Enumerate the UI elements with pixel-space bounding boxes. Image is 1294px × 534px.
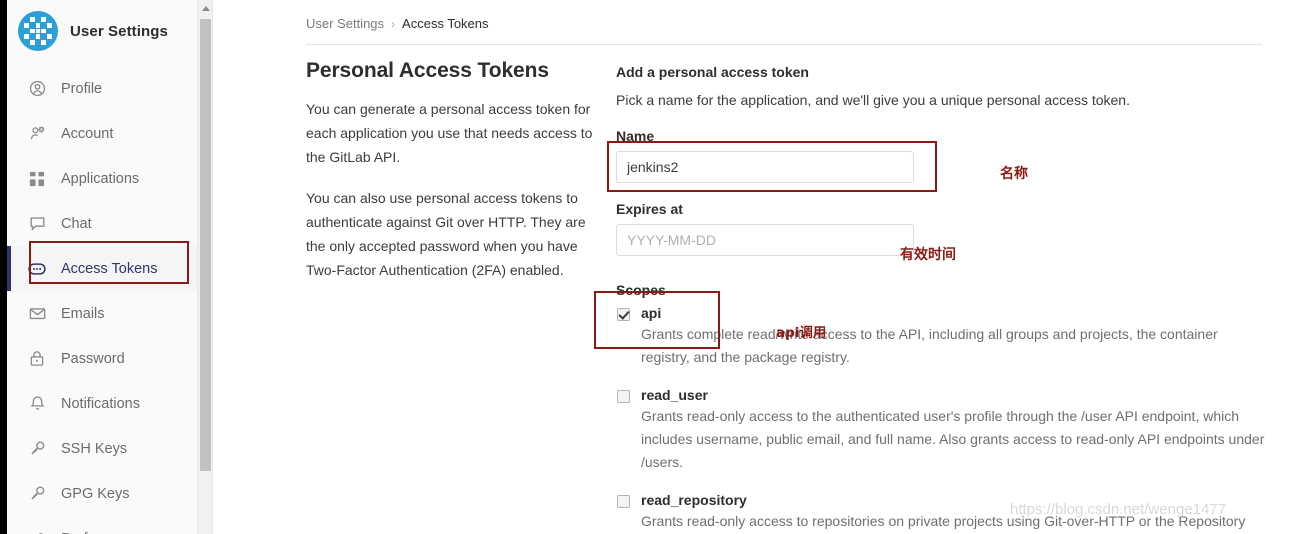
left-info-column: Personal Access Tokens You can generate …	[306, 56, 616, 534]
expires-input[interactable]	[616, 224, 914, 256]
sidebar-item-label: Access Tokens	[61, 260, 158, 277]
sidebar-item-preferences[interactable]: Preferences	[7, 516, 212, 534]
sidebar-item-applications[interactable]: Applications	[7, 156, 212, 201]
sidebar-item-gpg-keys[interactable]: GPG Keys	[7, 471, 212, 516]
scope-read-user-name: read_user	[641, 387, 708, 403]
scope-api-name: api	[641, 305, 662, 321]
page-root: User Settings Profile Account Applicatio…	[0, 0, 1294, 534]
scope-read-user: read_user Grants read-only access to the…	[616, 387, 1276, 474]
intro-paragraph-1: You can generate a personal access token…	[306, 101, 593, 165]
scope-read-user-checkbox[interactable]	[617, 390, 630, 403]
intro-paragraph-2: You can also use personal access tokens …	[306, 190, 586, 278]
page-title: Personal Access Tokens	[306, 59, 549, 82]
name-input[interactable]	[616, 151, 914, 183]
sidebar-title: User Settings	[70, 22, 168, 40]
scope-read-user-description: Grants read-only access to the authentic…	[641, 408, 1265, 470]
header-divider	[306, 44, 1262, 45]
name-field-wrap	[607, 141, 946, 192]
breadcrumb-root[interactable]: User Settings	[306, 16, 384, 31]
content-columns: Personal Access Tokens You can generate …	[306, 56, 1294, 534]
sliders-icon	[27, 529, 47, 534]
annotation-label-name: 名称	[1000, 166, 1028, 182]
sidebar-item-emails[interactable]: Emails	[7, 291, 212, 336]
sidebar-item-label: Emails	[61, 305, 105, 322]
scope-api-checkbox[interactable]	[617, 308, 630, 321]
sidebar-item-chat[interactable]: Chat	[7, 201, 212, 246]
scope-read-repository-name: read_repository	[641, 492, 747, 508]
scope-read-repository: read_repository Grants read-only access …	[616, 492, 1276, 533]
sidebar-item-label: Profile	[61, 80, 103, 97]
name-field-label: Name	[616, 128, 655, 144]
sidebar-item-password[interactable]: Password	[7, 336, 212, 381]
scopes-label: Scopes	[616, 282, 666, 298]
scroll-up-arrow-icon[interactable]	[198, 0, 212, 17]
sidebar-item-label: Password	[61, 350, 125, 367]
scopes-section: Scopes api Grants complete read/write ac…	[594, 282, 1276, 533]
user-circle-icon	[27, 79, 47, 99]
scrollbar-thumb[interactable]	[200, 19, 211, 471]
grid-apps-icon	[27, 169, 47, 189]
bell-icon	[27, 394, 47, 414]
sidebar: User Settings Profile Account Applicatio…	[7, 0, 213, 534]
sidebar-brand: User Settings	[7, 0, 212, 62]
scope-api-description: Grants complete read/write access to the…	[641, 326, 1218, 365]
sidebar-nav: Profile Account Applications Chat Access…	[7, 62, 212, 534]
scope-read-repository-checkbox[interactable]	[617, 495, 630, 508]
sidebar-scrollbar[interactable]	[197, 0, 212, 534]
breadcrumb-separator-icon: ›	[391, 16, 396, 31]
breadcrumb: User Settings › Access Tokens	[228, 0, 1294, 31]
token-icon	[27, 259, 47, 279]
key-icon	[27, 484, 47, 504]
sidebar-item-label: SSH Keys	[61, 440, 128, 457]
expires-field-label: Expires at	[616, 201, 683, 217]
sidebar-item-label: Notifications	[61, 395, 140, 412]
avatar-identicon	[24, 17, 52, 45]
envelope-icon	[27, 304, 47, 324]
key-icon	[27, 439, 47, 459]
scope-read-user-header: read_user	[616, 387, 1276, 403]
sidebar-item-profile[interactable]: Profile	[7, 66, 212, 111]
lock-icon	[27, 349, 47, 369]
sidebar-item-label: Preferences	[61, 531, 139, 534]
sidebar-item-access-tokens[interactable]: Access Tokens	[7, 246, 212, 291]
scope-api: api Grants complete read/write access to…	[594, 291, 1276, 369]
sidebar-item-account[interactable]: Account	[7, 111, 212, 156]
sidebar-item-ssh-keys[interactable]: SSH Keys	[7, 426, 212, 471]
avatar	[18, 11, 58, 51]
chat-bubble-icon	[27, 214, 47, 234]
form-heading: Add a personal access token	[616, 64, 809, 80]
sidebar-item-notifications[interactable]: Notifications	[7, 381, 212, 426]
main-content: User Settings › Access Tokens Personal A…	[228, 0, 1294, 534]
sidebar-item-label: GPG Keys	[61, 485, 130, 502]
sidebar-item-label: Applications	[61, 170, 140, 187]
breadcrumb-current: Access Tokens	[402, 16, 489, 31]
scope-api-header: api	[616, 305, 1276, 321]
window-left-edge	[0, 0, 7, 534]
account-gear-icon	[27, 124, 47, 144]
form-subtitle: Pick a name for the application, and we'…	[616, 92, 1130, 108]
annotation-label-expires: 有效时间	[900, 247, 956, 263]
annotation-label-api: api调用	[776, 325, 827, 341]
scope-read-repository-header: read_repository	[616, 492, 1276, 508]
sidebar-item-label: Account	[61, 125, 114, 142]
token-form-column: Add a personal access token Pick a name …	[594, 56, 1276, 534]
scope-read-repository-description: Grants read-only access to repositories …	[641, 513, 1246, 529]
sidebar-item-label: Chat	[61, 215, 92, 232]
